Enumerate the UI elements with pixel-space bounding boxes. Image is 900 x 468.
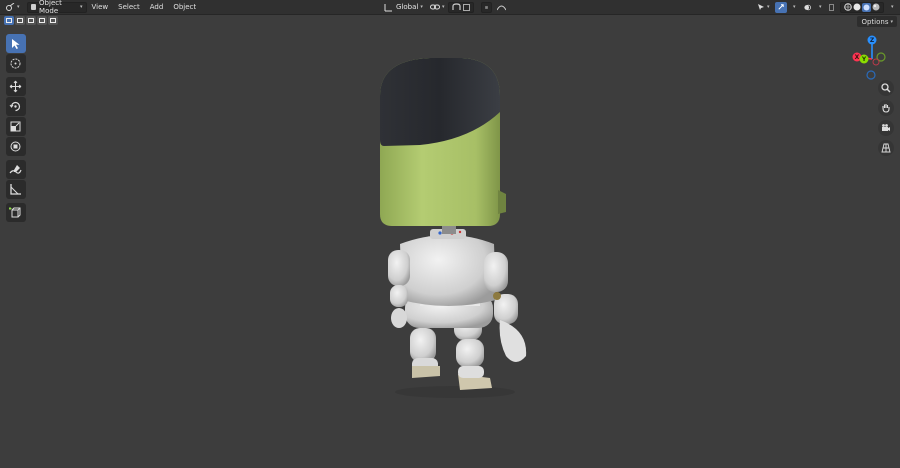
proportional-editing-toggle[interactable]	[481, 1, 492, 13]
select-subtract-button[interactable]	[26, 16, 36, 25]
tool-move[interactable]	[5, 77, 26, 96]
menu-select[interactable]: Select	[113, 3, 145, 11]
measure-icon	[10, 184, 21, 195]
chevron-down-icon: ▾	[767, 4, 770, 10]
select-new-button[interactable]	[4, 16, 14, 25]
chevron-down-icon: ▾	[890, 18, 893, 25]
tool-select-box[interactable]	[5, 34, 26, 53]
tool-measure[interactable]	[5, 180, 26, 199]
tool-annotate[interactable]	[5, 160, 26, 179]
rendered-shading-icon[interactable]	[872, 3, 880, 11]
move-icon	[9, 80, 22, 93]
camera-view-button[interactable]	[878, 120, 894, 136]
zoom-button[interactable]	[878, 80, 894, 96]
tool-shelf	[5, 34, 26, 223]
overlays-toggle[interactable]	[801, 2, 814, 13]
chevron-down-icon: ▾	[80, 4, 83, 10]
pivot-point-dropdown[interactable]: ▾	[427, 2, 448, 13]
object-mode-icon	[30, 4, 37, 10]
transform-icon	[10, 141, 21, 152]
proportional-edit-icon	[485, 5, 488, 9]
transform-orientation-dropdown[interactable]: Global ▾	[381, 2, 426, 13]
select-invert-icon	[39, 18, 45, 23]
falloff-curve-icon	[497, 5, 506, 10]
overlays-icon	[804, 4, 811, 10]
xray-toggle[interactable]	[826, 2, 837, 13]
chevron-down-icon: ▾	[17, 4, 20, 10]
tool-rotate[interactable]	[5, 97, 26, 116]
perspective-toggle-button[interactable]	[878, 140, 894, 156]
gizmo-neg-x[interactable]	[872, 58, 880, 66]
solid-shading-icon[interactable]	[853, 3, 861, 11]
options-label: Options	[861, 17, 889, 26]
gizmo-z-label: Z	[870, 37, 875, 44]
options-dropdown[interactable]: Options ▾	[857, 16, 897, 27]
chevron-down-icon: ▾	[420, 4, 423, 10]
navigation-gizmo[interactable]: Z X Y	[845, 34, 895, 84]
add-cube-icon	[9, 207, 21, 218]
camera-icon	[882, 124, 890, 131]
select-extend-button[interactable]	[15, 16, 25, 25]
overlays-options-button[interactable]: ▾	[814, 2, 825, 13]
pan-button[interactable]	[878, 100, 894, 116]
tool-transform[interactable]	[5, 137, 26, 156]
gizmo-neg-z[interactable]	[866, 70, 876, 80]
mode-label: Object Mode	[39, 0, 62, 15]
material-preview-shading-icon[interactable]	[862, 2, 872, 12]
annotate-icon	[9, 165, 22, 174]
snap-icon	[452, 3, 461, 10]
orientation-axes-icon	[384, 3, 392, 11]
rotate-icon	[9, 101, 21, 112]
menu-object[interactable]: Object	[168, 3, 201, 11]
grid-snap-icon	[463, 3, 470, 11]
shading-options-button[interactable]: ▾	[886, 2, 897, 13]
select-new-icon	[6, 18, 12, 23]
menu-add[interactable]: Add	[145, 3, 169, 11]
select-box-icon	[12, 39, 20, 49]
select-intersect-button[interactable]	[48, 16, 58, 25]
select-invert-button[interactable]	[37, 16, 47, 25]
gizmo-x-label: X	[855, 54, 860, 61]
chevron-down-icon: ▾	[891, 4, 894, 10]
viewport-header: ▾ Object Mode ▾ View Select Add Object G…	[0, 0, 900, 15]
editor-type-button[interactable]: ▾	[3, 2, 23, 13]
chevron-down-icon: ▾	[442, 4, 445, 10]
select-subtract-icon	[28, 18, 34, 23]
wireframe-shading-icon[interactable]	[843, 3, 852, 11]
navigation-buttons	[878, 80, 894, 156]
link-icon	[430, 4, 440, 10]
cursor-icon	[10, 58, 21, 69]
chevron-down-icon: ▾	[793, 4, 796, 10]
tool-add-cube[interactable]	[5, 203, 26, 222]
menu-view[interactable]: View	[87, 3, 114, 11]
arrow-cursor-icon	[758, 4, 764, 10]
tool-cursor[interactable]	[5, 54, 26, 73]
gizmo-toggle[interactable]	[775, 1, 787, 13]
tool-scale[interactable]	[5, 117, 26, 136]
3d-viewport-icon	[6, 3, 15, 11]
select-intersect-icon	[50, 18, 56, 23]
selectability-visibility-dropdown[interactable]: ▾	[754, 2, 773, 13]
mode-dropdown[interactable]: Object Mode ▾	[26, 0, 87, 15]
hand-icon	[882, 104, 890, 113]
zoom-icon	[881, 83, 891, 93]
snap-toggle[interactable]	[448, 1, 474, 13]
selection-mode-buttons	[4, 16, 58, 25]
xray-icon	[829, 3, 834, 11]
robot-character-model[interactable]	[0, 15, 900, 466]
gizmo-y-label: Y	[861, 56, 867, 63]
orientation-label: Global	[396, 3, 419, 11]
chevron-down-icon: ▾	[819, 4, 822, 10]
gizmo-options-button[interactable]: ▾	[788, 2, 799, 13]
gizmo-icon	[778, 4, 784, 10]
proportional-falloff-button[interactable]	[494, 2, 509, 13]
shading-mode-group	[840, 1, 884, 13]
scale-icon	[10, 121, 21, 132]
select-extend-icon	[17, 18, 23, 23]
3d-viewport[interactable]	[0, 15, 900, 466]
grid-perspective-icon	[881, 143, 891, 153]
